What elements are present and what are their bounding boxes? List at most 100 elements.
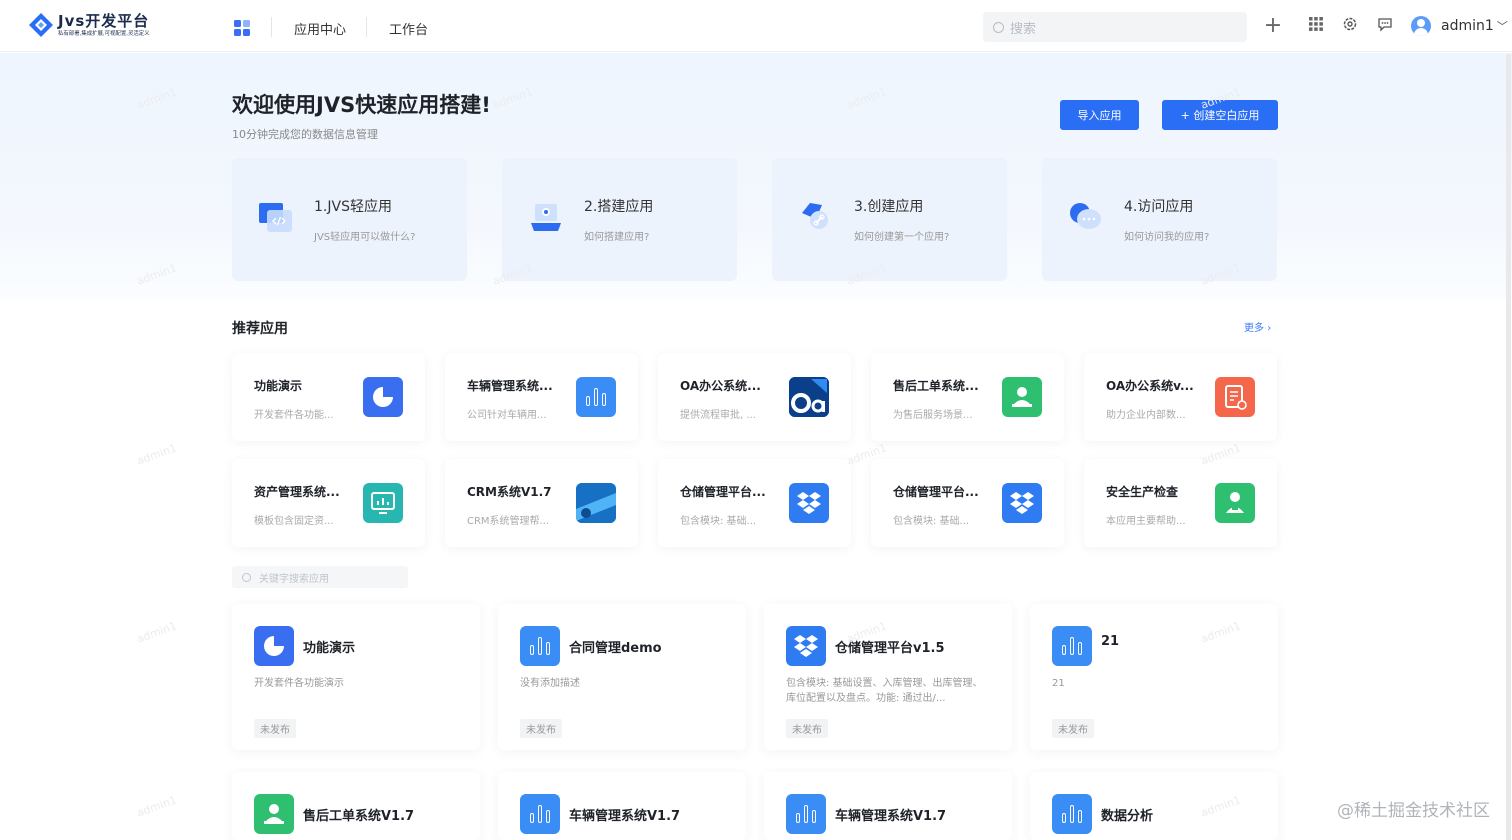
app-name: 21 bbox=[1101, 634, 1120, 649]
app-desc: 模板包含固定资... bbox=[254, 516, 334, 527]
page-subtitle: 10分钟完成您的数据信息管理 bbox=[232, 128, 378, 141]
user-watermark: admin1 bbox=[135, 619, 179, 646]
person-desk-icon bbox=[254, 794, 294, 834]
bar-chart-icon bbox=[1052, 626, 1092, 666]
logo-subtitle: 私有部署,集成扩展,可视配置,灵活定义 bbox=[58, 29, 150, 37]
document-icon bbox=[1215, 377, 1255, 417]
app-name: 资产管理系统... bbox=[254, 485, 340, 499]
recommended-app-card[interactable]: 资产管理系统... 模板包含固定资... bbox=[232, 459, 425, 547]
chat-bubble-icon bbox=[1068, 199, 1104, 235]
app-desc: 包含模块: 基础... bbox=[680, 516, 757, 527]
person-check-icon bbox=[1215, 483, 1255, 523]
app-name: 车辆管理系统... bbox=[467, 379, 553, 393]
app-desc: 开发套件各功能演示 bbox=[254, 678, 344, 689]
app-name: CRM系统V1.7 bbox=[467, 485, 552, 499]
guide-card-visit-app[interactable]: 4.访问应用 如何访问我的应用? bbox=[1042, 158, 1277, 281]
status-badge: 未发布 bbox=[520, 719, 562, 738]
search-input[interactable]: 搜索 bbox=[983, 12, 1247, 42]
guide-card-light-app[interactable]: 1.JVS轻应用 JVS轻应用可以做什么? bbox=[232, 158, 467, 281]
recommended-app-card[interactable]: 安全生产检查 本应用主要帮助... bbox=[1084, 459, 1277, 547]
app-card[interactable]: 售后工单系统V1.7 bbox=[232, 772, 480, 840]
nav-app-center[interactable]: 应用中心 bbox=[294, 19, 346, 38]
monitor-icon bbox=[363, 483, 403, 523]
bar-chart-icon bbox=[576, 377, 616, 417]
app-card[interactable]: 功能演示 开发套件各功能演示 未发布 bbox=[232, 604, 480, 750]
link-shape-icon bbox=[798, 199, 834, 235]
app-desc: 包含模块: 基础... bbox=[893, 516, 970, 527]
more-link[interactable]: 更多 › bbox=[1244, 319, 1271, 334]
divider bbox=[271, 17, 272, 37]
app-name: 售后工单系统V1.7 bbox=[303, 809, 415, 824]
guide-desc: JVS轻应用可以做什么? bbox=[314, 232, 416, 243]
recommended-app-card[interactable]: OA办公系统... 提供流程审批, ... bbox=[658, 353, 851, 441]
app-card[interactable]: 仓储管理平台v1.5 包含模块: 基础设置、入库管理、出库管理、库位配置以及盘点… bbox=[764, 604, 1012, 750]
app-name: 功能演示 bbox=[303, 641, 356, 656]
recommended-app-card[interactable]: 仓储管理平台... 包含模块: 基础... bbox=[658, 459, 851, 547]
recommended-app-card[interactable]: 售后工单系统... 为售后服务场景... bbox=[871, 353, 1064, 441]
settings-icon[interactable] bbox=[1340, 16, 1360, 36]
nav-workbench[interactable]: 工作台 bbox=[389, 19, 428, 38]
import-app-button[interactable]: 导入应用 bbox=[1060, 100, 1139, 130]
app-desc: 提供流程审批, ... bbox=[680, 410, 756, 421]
user-watermark: admin1 bbox=[135, 441, 179, 468]
guide-desc: 如何创建第一个应用? bbox=[854, 232, 950, 243]
guide-title: 2.搭建应用 bbox=[584, 199, 654, 215]
dropbox-icon bbox=[786, 626, 826, 666]
app-desc: CRM系统管理帮... bbox=[467, 516, 550, 527]
message-icon[interactable] bbox=[1375, 16, 1395, 36]
app-card[interactable]: 合同管理demo 没有添加描述 未发布 bbox=[498, 604, 746, 750]
hero-section bbox=[0, 53, 1512, 300]
apps-grid-icon[interactable] bbox=[1306, 16, 1326, 36]
app-desc: 本应用主要帮助... bbox=[1106, 516, 1186, 527]
add-icon[interactable]: + bbox=[1263, 15, 1283, 37]
username[interactable]: admin1 ﹀ bbox=[1441, 18, 1508, 34]
app-name: 车辆管理系统V1.7 bbox=[835, 809, 947, 824]
search-placeholder: 搜索 bbox=[1010, 21, 1037, 37]
logo[interactable]: Jvs开发平台 私有部署,集成扩展,可视配置,灵活定义 bbox=[28, 12, 160, 38]
crm-logo-icon bbox=[576, 483, 616, 523]
guide-title: 4.访问应用 bbox=[1124, 199, 1194, 215]
recommended-title: 推荐应用 bbox=[232, 321, 288, 337]
recommended-app-card[interactable]: CRM系统V1.7 CRM系统管理帮... bbox=[445, 459, 638, 547]
status-badge: 未发布 bbox=[254, 719, 296, 738]
dropbox-icon bbox=[789, 483, 829, 523]
app-name: 仓储管理平台... bbox=[680, 485, 766, 499]
guide-card-build-app[interactable]: 2.搭建应用 如何搭建应用? bbox=[502, 158, 737, 281]
logo-icon bbox=[28, 12, 54, 38]
oa-logo-icon bbox=[789, 377, 829, 417]
recommended-app-card[interactable]: 功能演示 开发套件各功能... bbox=[232, 353, 425, 441]
app-name: 合同管理demo bbox=[569, 641, 662, 656]
recommended-app-card[interactable]: 车辆管理系统... 公司针对车辆用... bbox=[445, 353, 638, 441]
app-card[interactable]: 21 21 未发布 bbox=[1030, 604, 1278, 750]
user-watermark: admin1 bbox=[135, 793, 179, 820]
avatar[interactable] bbox=[1411, 16, 1431, 36]
app-desc: 公司针对车辆用... bbox=[467, 410, 547, 421]
bar-chart-icon bbox=[520, 794, 560, 834]
top-bar: Jvs开发平台 私有部署,集成扩展,可视配置,灵活定义 应用中心 工作台 搜索 … bbox=[0, 0, 1512, 52]
search-icon bbox=[993, 21, 1004, 33]
app-desc: 助力企业内部数... bbox=[1106, 410, 1186, 421]
chevron-down-icon: ﹀ bbox=[1496, 20, 1508, 33]
logo-title: Jvs开发平台 bbox=[58, 11, 150, 30]
app-name: 数据分析 bbox=[1101, 809, 1154, 824]
bar-chart-icon bbox=[1052, 794, 1092, 834]
app-desc: 没有添加描述 bbox=[520, 678, 580, 689]
bar-chart-icon bbox=[520, 626, 560, 666]
app-card[interactable]: 车辆管理系统V1.7 bbox=[764, 772, 1012, 840]
app-card[interactable]: 车辆管理系统V1.7 bbox=[498, 772, 746, 840]
app-switcher-icon[interactable] bbox=[234, 20, 250, 36]
app-name: OA办公系统v... bbox=[1106, 379, 1194, 393]
status-badge: 未发布 bbox=[1052, 719, 1094, 738]
status-badge: 未发布 bbox=[786, 719, 828, 738]
scrollbar[interactable] bbox=[1506, 54, 1511, 840]
guide-card-create-app[interactable]: 3.创建应用 如何创建第一个应用? bbox=[772, 158, 1007, 281]
recommended-app-card[interactable]: OA办公系统v... 助力企业内部数... bbox=[1084, 353, 1277, 441]
code-window-icon bbox=[258, 199, 294, 235]
app-name: 仓储管理平台... bbox=[893, 485, 979, 499]
recommended-app-card[interactable]: 仓储管理平台... 包含模块: 基础... bbox=[871, 459, 1064, 547]
app-desc: 开发套件各功能... bbox=[254, 410, 334, 421]
page-title: 欢迎使用JVS快速应用搭建! bbox=[232, 93, 491, 117]
search-icon bbox=[242, 572, 251, 582]
app-desc: 21 bbox=[1052, 678, 1065, 689]
app-search-input[interactable]: 关键字搜索应用 bbox=[232, 566, 408, 588]
